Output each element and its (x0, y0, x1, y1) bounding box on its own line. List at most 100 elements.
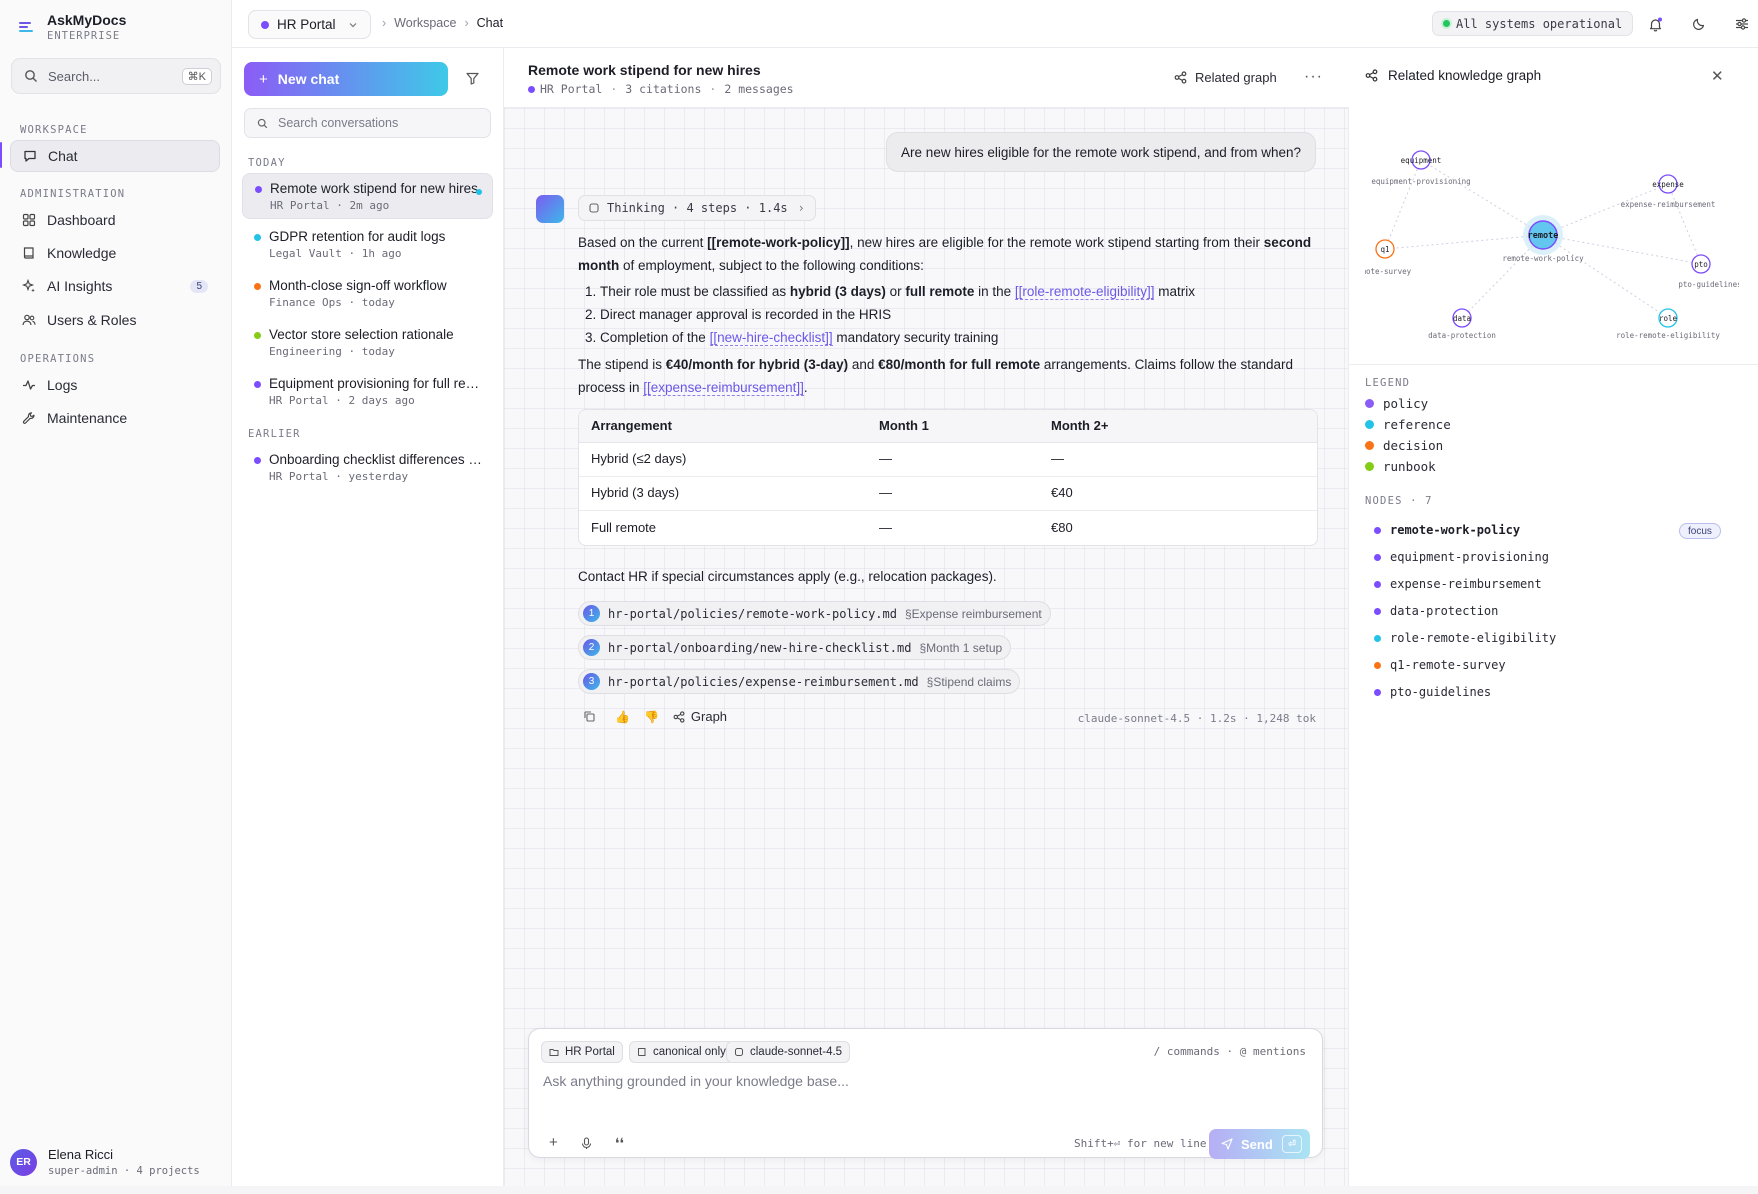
newline-hint: Shift+⏎ for new line (1074, 1137, 1207, 1150)
legend-item: policy (1365, 396, 1428, 411)
graph-button[interactable]: Graph (673, 709, 727, 724)
group-label-earlier: EARLIER (248, 428, 301, 440)
logo-icon (16, 16, 38, 38)
breadcrumb-workspace[interactable]: Workspace (394, 16, 456, 30)
conversation-item[interactable]: Month-close sign-off workflow Finance Op… (242, 271, 493, 317)
node-list-item[interactable]: pto-guidelines (1374, 685, 1491, 699)
citation-chip[interactable]: 1 hr-portal/policies/remote-work-policy.… (578, 601, 1051, 626)
folder-icon (549, 1049, 559, 1056)
book-icon (638, 1048, 646, 1056)
system-status-badge[interactable]: All systems operational (1432, 11, 1634, 36)
composer-input[interactable]: Ask anything grounded in your knowledge … (543, 1073, 849, 1089)
graph-node-label: equipment-provisioning (1371, 177, 1470, 186)
knowledge-graph-panel: Related knowledge graph ✕ remote remote-… (1349, 48, 1758, 1186)
section-label-administration: ADMINISTRATION (20, 188, 126, 200)
new-chat-button[interactable]: + New chat (244, 62, 448, 96)
settings-sliders-icon[interactable] (1732, 14, 1752, 34)
graph-node-label: expense-reimbursement (1621, 200, 1716, 209)
chat-bubble-icon (24, 150, 36, 162)
graph-node-remote-work-policy[interactable]: remote remote-work-policy (1502, 215, 1584, 263)
conversation-item[interactable]: Onboarding checklist differences EU vs U… (242, 445, 493, 491)
sidebar-item-chat[interactable]: Chat (10, 140, 220, 172)
node-list-item[interactable]: expense-reimbursement (1374, 577, 1542, 591)
wikilink-role-remote-eligibility[interactable]: [[role-remote-eligibility]] (1014, 284, 1155, 300)
conversation-item[interactable]: Equipment provisioning for full remote H… (242, 369, 493, 415)
conversation-project: HR Portal (270, 199, 330, 212)
node-name: role-remote-eligibility (1390, 631, 1557, 645)
graph-node-pto-guidelines[interactable]: pto pto-guidelines (1678, 254, 1739, 289)
brand[interactable]: AskMyDocs ENTERPRISE (16, 12, 126, 42)
microphone-icon[interactable] (581, 1137, 592, 1153)
conversation-title: GDPR retention for audit logs (269, 229, 446, 244)
global-search[interactable]: Search... ⌘K (11, 58, 221, 94)
quote-icon[interactable]: ❛❛ (615, 1135, 624, 1152)
sidebar-item-logs[interactable]: Logs (10, 369, 220, 401)
node-list-item[interactable]: remote-work-policy (1374, 523, 1520, 537)
notifications-bell-icon[interactable] (1645, 14, 1665, 34)
thinking-steps-toggle[interactable]: Thinking · 4 steps · 1.4s › (578, 195, 816, 221)
citation-chip[interactable]: 3 hr-portal/policies/expense-reimburseme… (578, 669, 1021, 694)
filter-icon[interactable] (466, 72, 479, 88)
send-icon (1221, 1138, 1233, 1150)
node-list-item[interactable]: q1-remote-survey (1374, 658, 1506, 672)
wikilink-expense-reimbursement[interactable]: [[expense-reimbursement]] (643, 379, 804, 396)
user-profile[interactable]: ER Elena Ricci super-admin · 4 projects (10, 1147, 200, 1177)
close-icon[interactable]: ✕ (1711, 67, 1724, 85)
node-list-item[interactable]: role-remote-eligibility (1374, 631, 1556, 645)
graph-node-role-remote-eligibility[interactable]: role role-remote-eligibility (1616, 308, 1720, 340)
sidebar-item-maintenance[interactable]: Maintenance (10, 402, 220, 434)
table-header: Month 2+ (1039, 410, 1317, 443)
insights-count-badge: 5 (190, 279, 208, 293)
model-chip[interactable]: claude-sonnet-4.5 (726, 1041, 851, 1063)
related-graph-button[interactable]: Related graph (1174, 70, 1277, 85)
chevron-right-icon: › (382, 16, 387, 30)
sidebar-item-ai-insights[interactable]: AI Insights 5 (10, 270, 220, 302)
attach-plus-icon[interactable]: + (549, 1134, 558, 1151)
conversation-search-input[interactable]: Search conversations (244, 108, 491, 138)
thumbs-down-icon[interactable]: 👎 (644, 710, 659, 724)
graph-node-label: pto-guidelines (1678, 280, 1739, 289)
knowledge-graph-canvas[interactable]: remote remote-work-policy equipment equi… (1365, 136, 1739, 360)
chip-label: HR Portal (565, 1046, 615, 1058)
wikilink-new-hire-checklist[interactable]: [[new-hire-checklist]] (709, 330, 833, 346)
conversation-item[interactable]: Vector store selection rationale Enginee… (242, 320, 493, 366)
global-search-placeholder: Search... (48, 68, 101, 84)
send-button[interactable]: Send ⏎ (1209, 1129, 1310, 1159)
project-selector[interactable]: HR Portal (248, 10, 371, 39)
sidebar-item-knowledge[interactable]: Knowledge (10, 237, 220, 269)
graph-node-q1-remote-survey[interactable]: q1 q1-remote-survey (1365, 239, 1412, 276)
scope-chip-project[interactable]: HR Portal (541, 1041, 623, 1063)
answer-text: of employment, subject to the following … (619, 257, 924, 273)
node-dot (1374, 607, 1381, 615)
answer-text: and (848, 357, 879, 372)
node-list-item[interactable]: data-protection (1374, 604, 1498, 618)
sidebar-item-users-roles[interactable]: Users & Roles (10, 304, 220, 336)
conversation-list-panel: + New chat Search conversations TODAY Re… (232, 48, 504, 1186)
node-list-item[interactable]: equipment-provisioning (1374, 550, 1549, 564)
graph-node-equipment-provisioning[interactable]: equipment equipment-provisioning (1371, 150, 1471, 186)
breadcrumb-current: Chat (476, 16, 504, 30)
conversation-item[interactable]: GDPR retention for audit logs Legal Vaul… (242, 222, 493, 268)
conversation-meta: HR Portal · yesterday (269, 470, 409, 483)
graph-node-expense-reimbursement[interactable]: expense expense-reimbursement (1621, 174, 1716, 209)
wikilink-remote-work-policy[interactable]: [[remote-work-policy]] (707, 235, 850, 250)
message-actions: 👍 👎 Graph (584, 709, 741, 724)
conversation-item[interactable]: Remote work stipend for new hires HR Por… (242, 173, 493, 219)
more-options-button[interactable]: ··· (1304, 68, 1323, 86)
graph-node-data-protection[interactable]: data data-protection (1428, 308, 1496, 340)
copy-icon[interactable] (584, 711, 601, 722)
thumbs-up-icon[interactable]: 👍 (615, 710, 630, 724)
list-item: Direct manager approval is recorded in t… (600, 303, 1318, 326)
dark-mode-moon-icon[interactable] (1689, 14, 1709, 34)
sidebar-item-dashboard[interactable]: Dashboard (10, 204, 220, 236)
conversation-project: HR Portal (269, 394, 329, 407)
table-cell: — (867, 477, 1039, 511)
sparkle-icon (22, 279, 35, 293)
legend-item-label: decision (1383, 438, 1444, 453)
graph-panel-header: Related knowledge graph (1365, 68, 1541, 83)
sidebar-item-label: Logs (47, 377, 78, 393)
citation-chip[interactable]: 2 hr-portal/onboarding/new-hire-checklis… (578, 635, 1012, 660)
conversation-project: Finance Ops (269, 296, 342, 309)
conversation-title: Month-close sign-off workflow (269, 278, 447, 293)
scope-chip-canonical[interactable]: canonical only (629, 1041, 734, 1063)
